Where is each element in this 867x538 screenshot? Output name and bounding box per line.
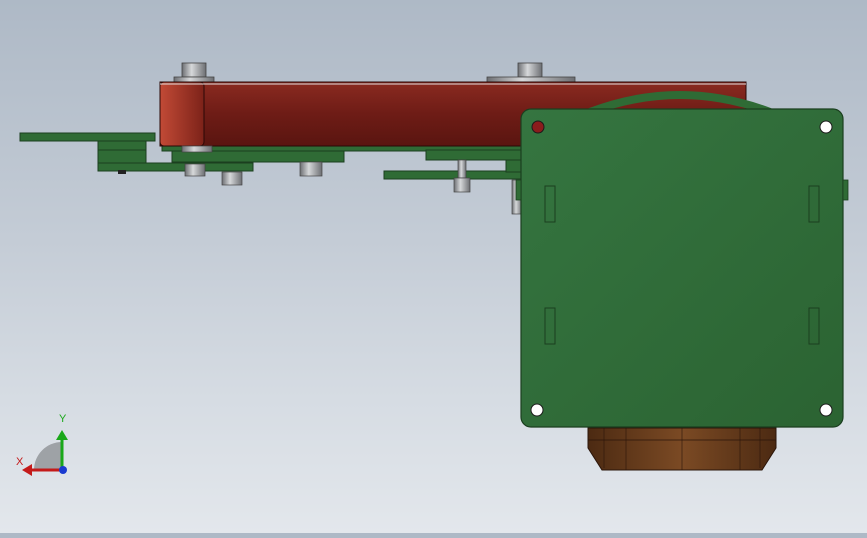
triad-y-label: Y xyxy=(59,413,67,425)
triad-z-origin xyxy=(59,466,67,474)
triad-x-arrow xyxy=(22,464,32,476)
orientation-triad[interactable] xyxy=(22,430,68,476)
hole-top-left xyxy=(531,120,545,134)
arm-top-bolt-right[interactable] xyxy=(486,62,576,83)
hole-top-right xyxy=(819,120,833,134)
arm-top-bolt-left[interactable] xyxy=(173,62,215,83)
motor-housing-plate[interactable] xyxy=(515,108,849,428)
hole-bottom-right xyxy=(819,403,833,417)
motor-base[interactable] xyxy=(587,427,777,471)
triad-y-arrow xyxy=(56,430,68,440)
triad-quarter-disc xyxy=(34,442,62,470)
hole-bottom-left xyxy=(530,403,544,417)
triad-x-label: X xyxy=(16,456,24,468)
lower-base-plate[interactable] xyxy=(161,144,527,180)
model-canvas[interactable] xyxy=(0,0,867,533)
cad-viewport[interactable]: Y X xyxy=(0,0,867,533)
